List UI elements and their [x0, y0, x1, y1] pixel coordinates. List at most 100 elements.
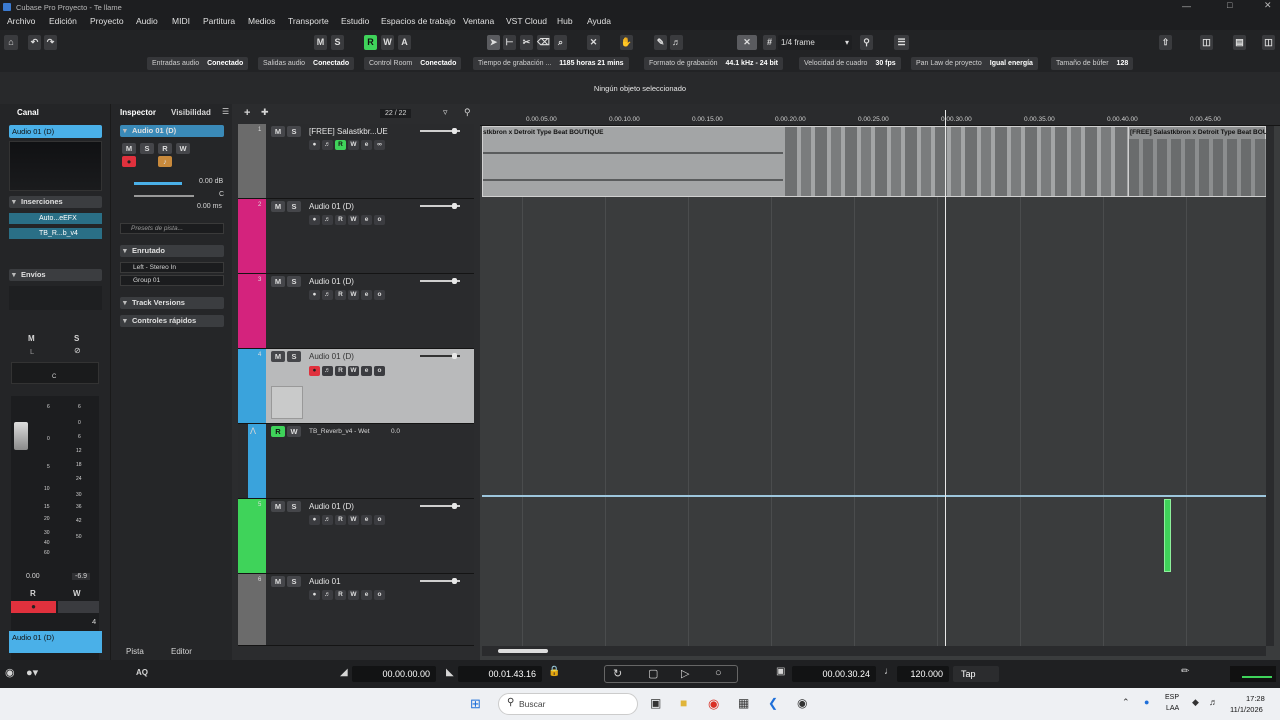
settings-icon[interactable]: ◉	[5, 666, 15, 679]
routing-input-select[interactable]: Left - Stereo In	[120, 262, 224, 273]
solo-all-button[interactable]: S	[331, 35, 344, 50]
monitor-icon[interactable]: ♬	[322, 290, 333, 300]
automation-value[interactable]: 0.0	[391, 428, 400, 435]
tap-tempo-button[interactable]: Tap	[953, 666, 999, 682]
link-icon[interactable]: ∞	[374, 140, 385, 150]
record-icon[interactable]: ●	[309, 515, 320, 525]
monitor-icon[interactable]: ♬	[322, 515, 333, 525]
status-frame-rate[interactable]: Velocidad de cuadro 30 fps	[799, 57, 901, 70]
read-button[interactable]: R	[335, 366, 346, 376]
read-button[interactable]: R	[335, 215, 346, 225]
range-tool-icon[interactable]: ⊢	[503, 35, 516, 50]
inspector-pan-slider[interactable]	[134, 195, 194, 197]
edit-icon[interactable]: e	[361, 515, 372, 525]
menu-midi[interactable]: MIDI	[172, 16, 190, 26]
tab-canal[interactable]: Canal	[17, 108, 39, 117]
layout-right-icon[interactable]: ◫	[1262, 35, 1275, 50]
h-scrollbar-thumb[interactable]	[498, 649, 548, 653]
audio-event[interactable]: [FREE] Salastkbron x Detroit Type Beat B…	[1128, 126, 1266, 197]
insert-slot-2[interactable]: TB_R...b_v4	[9, 228, 102, 239]
wifi-icon[interactable]: ◆	[1192, 697, 1199, 708]
lane-icon[interactable]: o	[374, 590, 385, 600]
channel-name-bottom[interactable]: Audio 01 (D)	[9, 631, 102, 653]
track-volume-fader[interactable]	[420, 278, 460, 284]
solo-button[interactable]: S	[287, 201, 301, 212]
volume-icon[interactable]: ♬	[1209, 697, 1218, 707]
track-versions-header[interactable]: Track Versions	[120, 297, 224, 309]
inserts-header[interactable]: Inserciones	[9, 196, 102, 208]
edit-icon[interactable]: e	[361, 140, 372, 150]
draw-tool-icon[interactable]: ✎	[654, 35, 667, 50]
track-name[interactable]: Audio 01 (D)	[309, 202, 354, 211]
write-button[interactable]: W	[348, 515, 359, 525]
v-scrollbar[interactable]	[1266, 126, 1274, 646]
routing-output-select[interactable]: Group 01	[120, 275, 224, 286]
inspector-write-button[interactable]: W	[176, 143, 190, 154]
clock-time[interactable]: 17:28	[1246, 694, 1265, 703]
record-mode-icon[interactable]: ●▾	[26, 666, 38, 679]
menu-ventana[interactable]: Ventana	[463, 16, 494, 26]
mute-button[interactable]: M	[271, 501, 285, 512]
monitor-icon[interactable]: ♬	[322, 590, 333, 600]
track-name[interactable]: Audio 01 (D)	[309, 277, 354, 286]
track-volume-fader[interactable]	[420, 578, 460, 584]
tempo-display[interactable]: 120.000	[897, 666, 949, 682]
track-row[interactable]: 6 M S Audio 01 ● ♬ R We o	[238, 574, 474, 646]
mute-button[interactable]: M	[271, 276, 285, 287]
marker-icon[interactable]: ✏	[1181, 666, 1189, 677]
menu-proyecto[interactable]: Proyecto	[90, 16, 124, 26]
write-button[interactable]: W	[348, 290, 359, 300]
split-tool-icon[interactable]: ✂	[520, 35, 533, 50]
inspector-mute-button[interactable]: M	[122, 143, 136, 154]
inspector-record-button[interactable]: ●	[122, 156, 136, 167]
inspector-menu-icon[interactable]: ☰	[222, 107, 229, 116]
monitor-icon[interactable]: ♬	[322, 140, 333, 150]
track-row[interactable]: 5 M S Audio 01 (D) ● ♬ R We o	[238, 499, 474, 574]
insert-slot-1[interactable]: Auto...eEFX	[9, 213, 102, 224]
solo-button[interactable]: S	[287, 576, 301, 587]
status-pan-law[interactable]: Pan Law de proyecto Igual energía	[911, 57, 1038, 70]
filter-icon[interactable]: ▿	[443, 107, 448, 118]
tab-inspector[interactable]: Inspector	[120, 108, 156, 117]
track-name[interactable]: Audio 01	[309, 577, 341, 586]
layout-left-icon[interactable]: ◫	[1200, 35, 1213, 50]
right-locator-icon[interactable]: ◣	[446, 667, 454, 678]
menu-lines-icon[interactable]: ☰	[894, 35, 909, 50]
record-icon[interactable]: ○	[715, 667, 722, 679]
menu-partitura[interactable]: Partitura	[203, 16, 235, 26]
volume-value[interactable]: 0.00	[26, 573, 40, 580]
taskbar-search[interactable]: ⚲ Buscar	[498, 693, 638, 715]
monitor-icon[interactable]: ♬	[322, 215, 333, 225]
write-button[interactable]: W	[348, 366, 359, 376]
mute-button[interactable]: M	[28, 334, 35, 343]
record-enable-button[interactable]: ●	[11, 601, 56, 613]
status-control-room[interactable]: Control Room Conectado	[364, 57, 462, 70]
clock-date[interactable]: 11/1/2026	[1230, 705, 1263, 714]
lane-icon[interactable]: o	[374, 290, 385, 300]
write-all-button[interactable]: W	[381, 35, 394, 50]
menu-transporte[interactable]: Transporte	[288, 16, 329, 26]
export-icon[interactable]: ⇧	[1159, 35, 1172, 50]
channel-name[interactable]: Audio 01 (D)	[9, 125, 102, 138]
quick-controls-header[interactable]: Controles rápidos	[120, 315, 224, 327]
track-row[interactable]: 2 M S Audio 01 (D) ● ♬ R We o	[238, 199, 474, 274]
inspector-volume-slider[interactable]	[134, 182, 182, 185]
track-name[interactable]: Audio 01 (D)	[309, 502, 354, 511]
lane-icon[interactable]: o	[374, 215, 385, 225]
automation-track[interactable]: Λ R W TB_Reverb_v4 - Wet 0.0	[238, 424, 474, 499]
automation-button[interactable]: A	[398, 35, 411, 50]
track-presets-field[interactable]: Presets de pista...	[120, 223, 224, 234]
track-row[interactable]: 1 M S [FREE] Salastkbr...UE ● ♬ R We ∞	[238, 124, 474, 199]
automation-parameter[interactable]: TB_Reverb_v4 - Wet	[309, 428, 370, 435]
tracklist-search-icon[interactable]: ⚲	[464, 107, 471, 118]
read-button[interactable]: R	[335, 515, 346, 525]
file-explorer-icon[interactable]: ■	[680, 696, 687, 710]
home-icon[interactable]: ⌂	[4, 35, 18, 50]
edit-icon[interactable]: e	[361, 215, 372, 225]
edit-icon[interactable]: e	[361, 290, 372, 300]
automation-line[interactable]	[482, 495, 1266, 497]
track-volume-fader[interactable]	[420, 503, 460, 509]
monitor-button[interactable]	[58, 601, 99, 613]
right-locator-time[interactable]: 00.01.43.16	[458, 666, 542, 682]
read-all-button[interactable]: R	[364, 35, 377, 50]
